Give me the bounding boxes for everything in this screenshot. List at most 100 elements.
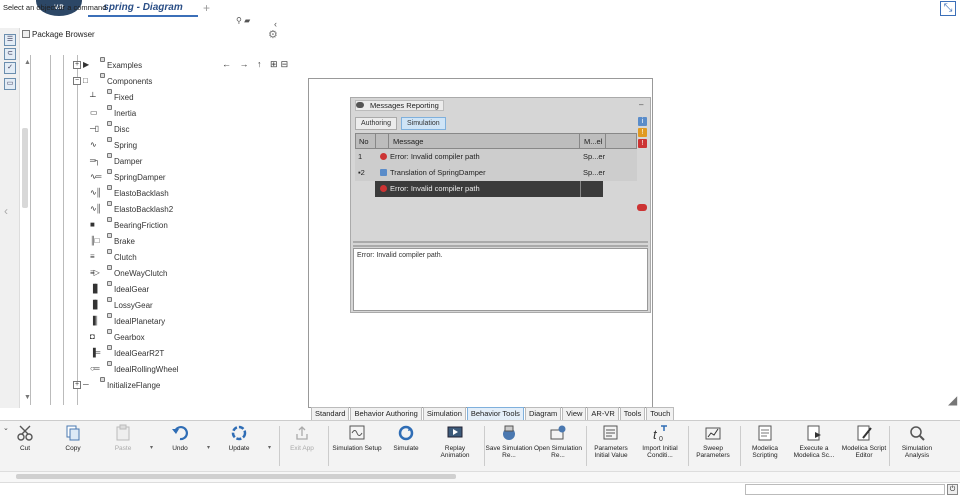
- tree-item[interactable]: ∿ Spring: [90, 137, 137, 153]
- tree-item[interactable]: ∿║ ElastoBacklash: [90, 185, 169, 201]
- package-tree[interactable]: + ▶ Examples − □ Components ┴ Fixed ▭ Inertia ─▯ Di…: [20, 55, 282, 405]
- tree-item[interactable]: ∿═ SpringDamper: [90, 169, 166, 185]
- open-simulation-icon: [549, 424, 567, 442]
- tree-item[interactable]: + ▶ Examples: [73, 57, 142, 73]
- paste-dropdown-icon[interactable]: ▾: [150, 444, 153, 451]
- new-tab-button[interactable]: +: [203, 1, 210, 15]
- panel-splitter[interactable]: [353, 241, 648, 247]
- tab-touch[interactable]: Touch: [646, 407, 675, 420]
- undo-dropdown-icon[interactable]: ▾: [207, 444, 210, 451]
- tree-item[interactable]: ▐▌ IdealGear: [90, 281, 149, 297]
- undo-button[interactable]: Undo: [155, 424, 205, 470]
- lock-icon: [107, 233, 112, 238]
- paste-button[interactable]: Paste: [98, 424, 148, 470]
- tree-item[interactable]: ■ BearingFriction: [90, 217, 168, 233]
- tab-diagram[interactable]: Diagram: [524, 407, 562, 420]
- tree-item[interactable]: ▐▌ LossyGear: [90, 297, 153, 313]
- table-row[interactable]: 1 Error: Invalid compiler path Sp...er: [355, 149, 637, 165]
- command-input[interactable]: [745, 484, 945, 495]
- tab-simulation[interactable]: Simulation: [422, 407, 466, 420]
- ribbon-separator: [889, 426, 890, 466]
- messages-reporting-panel[interactable]: Messages Reporting – Authoring Simulatio…: [350, 97, 651, 313]
- tab-view[interactable]: View: [562, 407, 587, 420]
- message-detail: Error: Invalid compiler path.: [353, 248, 648, 311]
- simulate-button[interactable]: Simulate: [381, 424, 431, 470]
- component-icon: ─: [83, 377, 105, 390]
- restore-window-icon[interactable]: ⤡: [940, 1, 956, 16]
- tab-simulation[interactable]: Simulation: [401, 117, 446, 130]
- tree-item[interactable]: ∿║ ElastoBacklash2: [90, 201, 173, 217]
- tab-authoring[interactable]: Authoring: [355, 117, 397, 130]
- minimize-icon[interactable]: –: [639, 100, 643, 109]
- tree-item[interactable]: ▐═ IdealGearR2T: [90, 345, 164, 361]
- error-filter-icon[interactable]: !: [638, 139, 647, 148]
- execute-script-button[interactable]: Execute a Modelica Sc...: [789, 424, 839, 470]
- tree-item[interactable]: ≡▷ OneWayClutch: [90, 265, 168, 281]
- tree-item[interactable]: ○═ IdealRollingWheel: [90, 361, 178, 377]
- chevron-left-icon[interactable]: ‹: [4, 204, 8, 218]
- ribbon-button-label: Simulation Setup: [332, 445, 382, 452]
- gear-icon[interactable]: ⚙: [268, 28, 278, 41]
- table-row-selected[interactable]: Error: Invalid compiler path: [375, 181, 603, 197]
- compass-icon[interactable]: ◢: [948, 393, 957, 407]
- warning-filter-icon[interactable]: !: [638, 128, 647, 137]
- tree-item-label: OneWayClutch: [114, 268, 168, 278]
- expand-icon[interactable]: +: [73, 61, 81, 69]
- search-icon[interactable]: ⚲ ▰: [236, 16, 250, 25]
- copy-button[interactable]: Copy: [48, 424, 98, 470]
- tree-item[interactable]: ◘ Gearbox: [90, 329, 145, 345]
- power-input-icon[interactable]: ⏻: [947, 484, 958, 495]
- update-button[interactable]: Update: [214, 424, 264, 470]
- component-icon: ─▯: [90, 121, 112, 134]
- messages-table: No Message M...el 1 Error: Invalid compi…: [355, 133, 637, 197]
- tree-item-label: Fixed: [114, 92, 134, 102]
- check-icon[interactable]: ✓: [4, 62, 16, 74]
- tree-view-icon[interactable]: ☰: [4, 34, 16, 46]
- script-editor-button[interactable]: Modelica Script Editor: [839, 424, 889, 470]
- tab-ar-vr[interactable]: AR-VR: [587, 407, 619, 420]
- component-glyph: ─: [83, 380, 89, 389]
- expand-icon[interactable]: +: [73, 381, 81, 389]
- import-button[interactable]: t 0 Import Initial Conditi...: [635, 424, 685, 470]
- messages-title: Messages Reporting: [355, 100, 444, 111]
- scissors-button[interactable]: Cut: [0, 424, 50, 470]
- tree-item[interactable]: + ─ InitializeFlange: [73, 377, 160, 393]
- tree-item[interactable]: ▭ Inertia: [90, 105, 136, 121]
- tab-standard[interactable]: Standard: [311, 407, 350, 420]
- tree-item[interactable]: ▐│ IdealPlanetary: [90, 313, 165, 329]
- info-icon: [380, 169, 387, 176]
- tab-tools[interactable]: Tools: [619, 407, 646, 420]
- simulation-setup-button[interactable]: Simulation Setup: [332, 424, 382, 470]
- simulation-analysis-button[interactable]: Simulation Analysis: [892, 424, 942, 470]
- browser-icon[interactable]: ▭: [4, 78, 16, 90]
- tab-behavior-authoring[interactable]: Behavior Authoring: [350, 407, 422, 420]
- exit-app-button[interactable]: Exit App: [277, 424, 327, 470]
- clear-messages-icon[interactable]: [637, 204, 647, 211]
- save-simulation-button[interactable]: Save Simulation Re...: [484, 424, 534, 470]
- open-simulation-button[interactable]: Open Simulation Re...: [533, 424, 583, 470]
- component-glyph: ▐═: [90, 348, 100, 357]
- table-row[interactable]: ▪2 Translation of SpringDamper Sp...er: [355, 165, 637, 181]
- link-icon[interactable]: ⊂: [4, 48, 16, 60]
- scissors-icon: [16, 424, 34, 442]
- tree-item[interactable]: ─▯ Disc: [90, 121, 130, 137]
- scrollbar-thumb[interactable]: [16, 474, 456, 479]
- collapse-icon[interactable]: −: [73, 77, 81, 85]
- modelica-scripting-button[interactable]: Modelica Scripting: [740, 424, 790, 470]
- info-filter-icon[interactable]: i: [638, 117, 647, 126]
- tree-item[interactable]: ≡ Clutch: [90, 249, 137, 265]
- update-dropdown-icon[interactable]: ▾: [268, 444, 271, 451]
- parameters-button[interactable]: Parameters Initial Value: [586, 424, 636, 470]
- update-icon: [230, 424, 248, 442]
- linear-button[interactable]: Lin: [942, 424, 960, 470]
- row-message: Translation of SpringDamper: [377, 165, 577, 181]
- tab-behavior-tools[interactable]: Behavior Tools: [466, 407, 524, 420]
- replay-animation-button[interactable]: Replay Animation: [430, 424, 480, 470]
- sweep-button[interactable]: Sweep Parameters: [688, 424, 738, 470]
- ribbon-tab-bar: Standard Behavior Authoring Simulation B…: [311, 407, 675, 420]
- tree-item[interactable]: ┴ Fixed: [90, 89, 134, 105]
- tree-item[interactable]: ║□ Brake: [90, 233, 135, 249]
- tree-item[interactable]: − □ Components: [73, 73, 152, 89]
- tree-item[interactable]: ═┐ Damper: [90, 153, 142, 169]
- lock-icon: [107, 201, 112, 206]
